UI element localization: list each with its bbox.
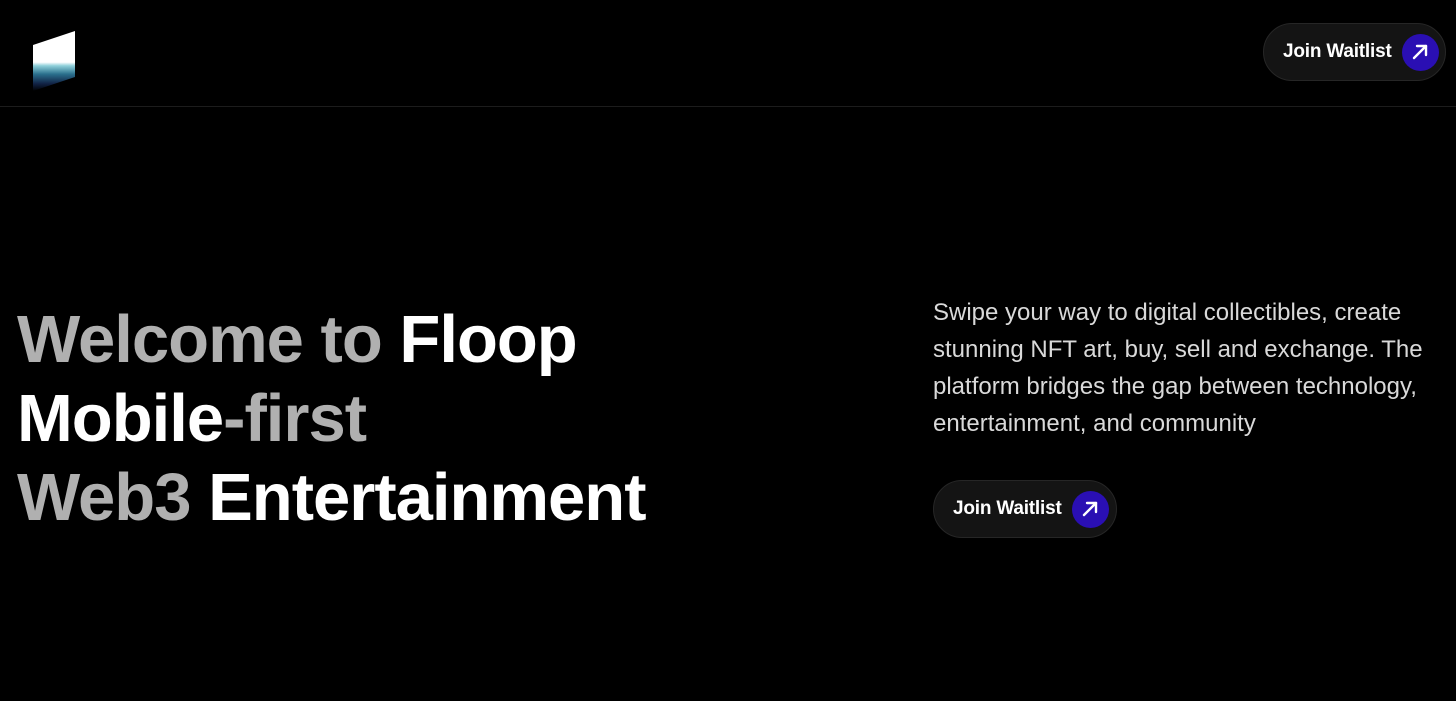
headline-web3-text: Web3 — [17, 460, 209, 535]
floop-logo-icon[interactable] — [33, 31, 75, 91]
arrow-up-right-icon — [1401, 33, 1439, 71]
headline-line-1: Welcome to Floop — [17, 300, 646, 379]
join-waitlist-label: Join Waitlist — [1283, 41, 1392, 62]
headline-line-2: Mobile-first — [17, 379, 646, 458]
hero-description: Swipe your way to digital collectibles, … — [933, 299, 1423, 437]
headline-brand-text: Floop — [399, 302, 577, 377]
hero-join-waitlist-button[interactable]: Join Waitlist — [933, 480, 1117, 538]
header-join-waitlist-button[interactable]: Join Waitlist — [1263, 23, 1446, 81]
arrow-up-right-icon — [1071, 490, 1109, 528]
landing-page: Join Waitlist Welcome to Floop Mobile-fi… — [0, 0, 1456, 701]
headline-entertainment-text: Entertainment — [208, 460, 646, 535]
headline-line-3: Web3 Entertainment — [17, 458, 647, 537]
site-header: Join Waitlist — [0, 0, 1456, 107]
hero-headline: Welcome to Floop Mobile-first Web3 Enter… — [17, 300, 647, 537]
headline-mobile-text: Mobile — [17, 381, 224, 456]
headline-welcome-text: Welcome to — [17, 302, 400, 377]
join-waitlist-label: Join Waitlist — [953, 498, 1062, 519]
headline-first-text: -first — [223, 381, 367, 456]
